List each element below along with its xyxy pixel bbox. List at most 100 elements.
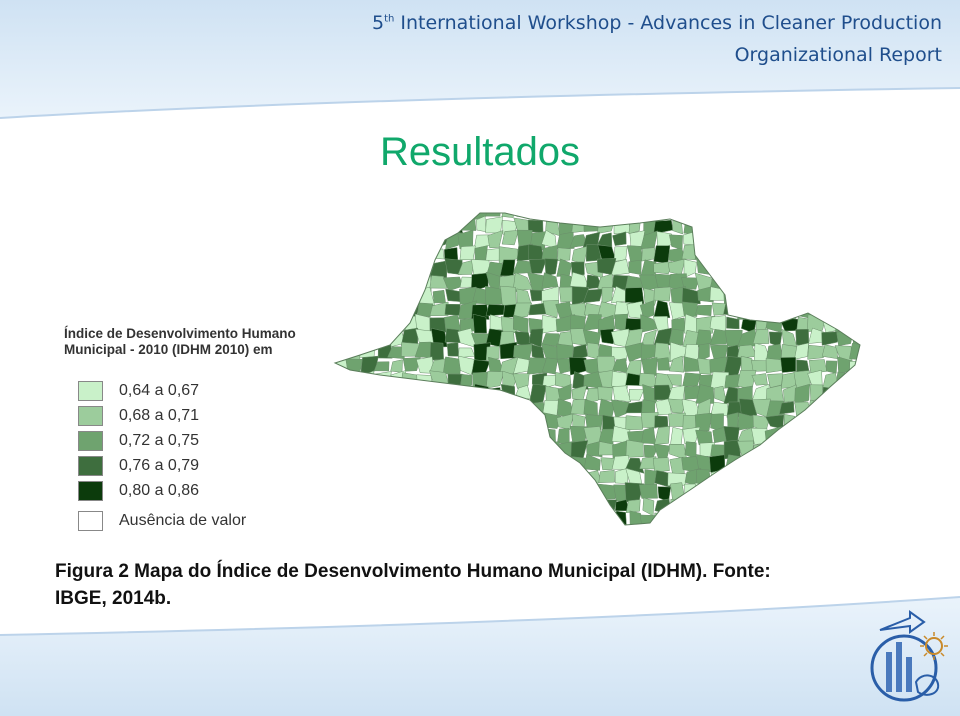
municipality-cell (808, 213, 825, 220)
municipality-cell (346, 482, 366, 498)
municipality-cell (374, 398, 391, 416)
municipality-cell (810, 441, 827, 460)
municipality-cell (335, 301, 337, 318)
footer-band (0, 596, 960, 716)
municipality-cell (513, 441, 533, 459)
municipality-cell (460, 398, 477, 416)
slide-title: Resultados (379, 130, 581, 174)
municipality-cell (709, 217, 727, 234)
municipality-cell (670, 527, 686, 535)
municipality-cell (445, 513, 462, 525)
municipality-cell (848, 231, 860, 249)
legend-item: 0,76 a 0,79 (78, 453, 324, 478)
municipality-cell (641, 247, 657, 262)
municipality-cell (794, 401, 812, 418)
municipality-cell (837, 428, 854, 444)
municipality-cell (540, 482, 561, 500)
municipality-cell (808, 412, 828, 431)
municipality-cell (486, 468, 504, 485)
legend-item: Ausência de valor (78, 508, 324, 533)
municipality-cell (335, 440, 350, 457)
municipality-cell (557, 247, 571, 261)
municipality-cell (820, 524, 841, 525)
municipality-cell (810, 287, 827, 303)
legend-item: 0,72 a 0,75 (78, 428, 324, 453)
municipality-cell (653, 528, 672, 535)
municipality-cell (826, 482, 842, 500)
municipality-cell (416, 229, 433, 249)
municipality-cell (500, 429, 519, 446)
municipality-cell (825, 231, 841, 250)
municipality-cell (528, 453, 543, 474)
municipality-cell (360, 218, 379, 233)
municipality-cell (391, 524, 407, 525)
municipality-cell (459, 416, 474, 433)
municipality-cell (527, 440, 544, 458)
municipality-cell (363, 399, 377, 418)
municipality-cell (388, 287, 407, 307)
municipality-cell (390, 359, 403, 373)
municipality-cell (795, 286, 808, 307)
municipality-cell (695, 233, 714, 250)
municipality-cell (794, 472, 813, 488)
municipality-cell (345, 213, 365, 223)
municipality-cell (639, 483, 658, 499)
municipality-cell (723, 230, 743, 248)
municipality-cell (442, 411, 461, 432)
municipality-cell (359, 427, 378, 442)
municipality-cell (838, 213, 855, 222)
municipality-cell (348, 425, 364, 443)
municipality-cell (417, 483, 433, 503)
municipality-cell (780, 498, 798, 516)
municipality-cell (752, 257, 770, 274)
municipality-cell (345, 413, 365, 430)
municipality-cell (401, 414, 422, 429)
municipality-cell (387, 401, 407, 414)
municipality-cell (708, 515, 726, 525)
municipality-cell (782, 442, 800, 460)
municipality-cell (670, 426, 683, 445)
municipality-cell (751, 472, 772, 487)
municipality-cell (361, 317, 378, 334)
report-subtitle: Organizational Report (734, 44, 942, 66)
municipality-cell (822, 386, 840, 403)
municipality-cell (753, 524, 771, 525)
municipality-cell (610, 399, 630, 419)
municipality-cell (822, 496, 839, 512)
municipality-cell (456, 213, 475, 223)
municipality-cell (513, 524, 533, 525)
legend-swatch (78, 405, 103, 426)
municipality-cell (722, 275, 742, 289)
municipality-cell (530, 511, 547, 525)
municipality-cell (542, 300, 559, 318)
municipality-cell (388, 496, 406, 514)
municipality-cell (415, 528, 434, 535)
municipality-cell (447, 373, 463, 390)
municipality-cell (783, 413, 796, 431)
municipality-cell (780, 302, 796, 320)
municipality-cell (335, 357, 349, 376)
municipality-cell (513, 483, 532, 502)
municipality-cell (377, 219, 389, 234)
municipality-cell (794, 499, 813, 512)
municipality-cell (528, 302, 547, 316)
municipality-cell (724, 261, 743, 275)
municipality-cell (765, 260, 786, 274)
municipality-cell (722, 216, 739, 234)
municipality-cell (626, 300, 643, 319)
municipality-cell (848, 272, 860, 290)
municipality-cell (471, 443, 489, 458)
municipality-cell (527, 213, 546, 219)
municipality-cell (793, 217, 813, 233)
municipality-cell (612, 385, 632, 403)
municipality-cell (835, 219, 852, 234)
municipality-cell (752, 244, 767, 263)
municipality-cell (317, 218, 334, 236)
municipality-cell (849, 401, 860, 416)
municipality-cell (864, 455, 879, 474)
municipality-cell (456, 524, 474, 525)
municipality-cell (387, 458, 407, 473)
municipality-cell (838, 417, 855, 432)
municipality-cell (807, 248, 828, 261)
municipality-cell (430, 481, 450, 502)
